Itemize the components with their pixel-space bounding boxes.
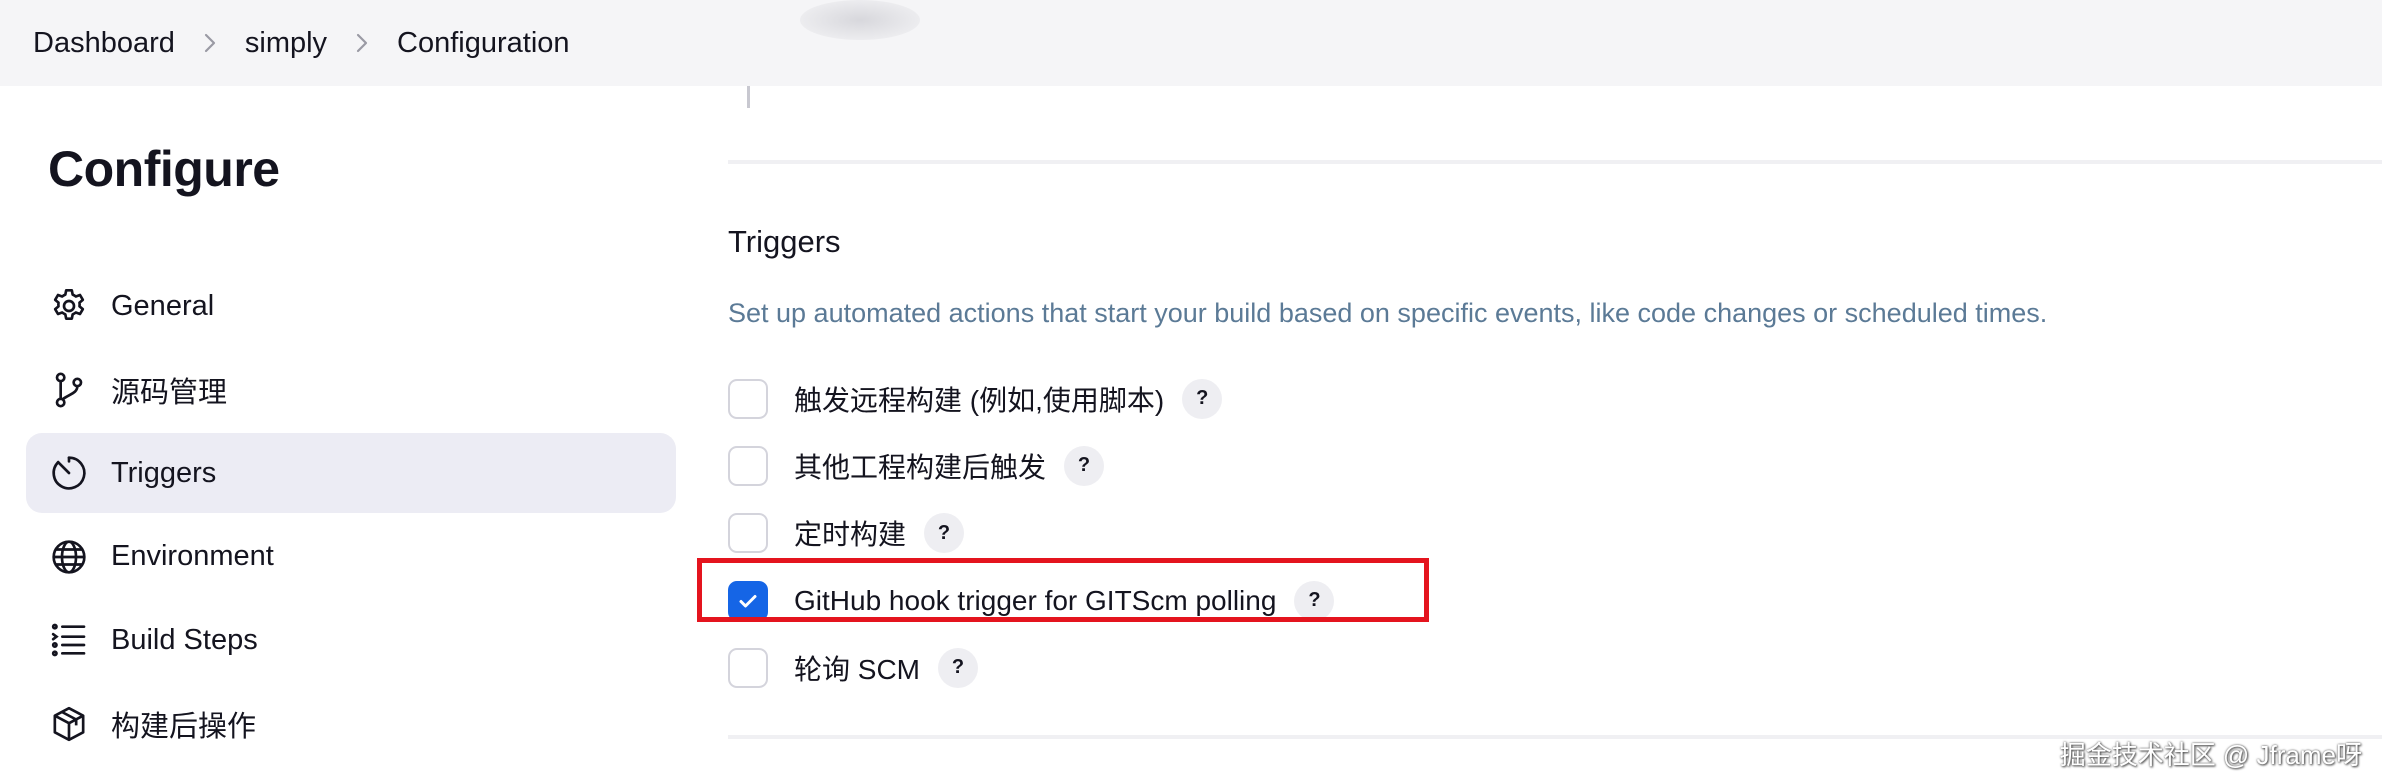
sidebar-item-triggers[interactable]: Triggers (26, 433, 676, 513)
sidebar-nav: General 源码管理 Triggers Environment Build … (26, 266, 676, 767)
chevron-right-icon (327, 32, 397, 54)
trigger-option-poll-scm: 轮询 SCM ? (728, 634, 1334, 701)
clock-icon (48, 452, 90, 494)
package-icon (48, 703, 90, 745)
page-title: Configure (48, 141, 280, 197)
sidebar-item-label: Triggers (111, 456, 217, 489)
trigger-remote-checkbox[interactable] (728, 378, 768, 419)
blurred-artifact (800, 0, 920, 40)
gear-icon (48, 285, 90, 327)
sidebar-item-environment[interactable]: Environment (26, 517, 676, 597)
trigger-option-scheduled: 定时构建 ? (728, 500, 1334, 567)
sidebar-item-label: 源码管理 (111, 376, 228, 409)
breadcrumb-configuration[interactable]: Configuration (397, 27, 570, 60)
sidebar-item-label: Build Steps (111, 623, 258, 656)
help-icon[interactable]: ? (1182, 378, 1223, 419)
list-steps-icon (48, 619, 90, 661)
sidebar-item-label: Environment (111, 540, 274, 572)
trigger-option-label[interactable]: 轮询 SCM (794, 648, 920, 688)
breadcrumb-project[interactable]: simply (245, 27, 327, 60)
triggers-section-description: Set up automated actions that start your… (728, 298, 2048, 328)
trigger-options-list: 触发远程构建 (例如,使用脚本) ? 其他工程构建后触发 ? 定时构建 ? Gi… (728, 365, 1335, 701)
annotation-highlight-box (697, 558, 1429, 622)
breadcrumb-dashboard[interactable]: Dashboard (33, 27, 175, 60)
help-icon[interactable]: ? (924, 513, 965, 554)
sidebar-item-label: 构建后操作 (111, 710, 257, 743)
globe-icon (48, 536, 90, 578)
section-divider (728, 160, 2382, 164)
sidebar-item-general[interactable]: General (26, 266, 676, 346)
sidebar-item-label: General (111, 289, 215, 322)
chevron-right-icon (175, 32, 245, 54)
section-connector-line (747, 86, 750, 108)
trigger-scheduled-checkbox[interactable] (728, 513, 768, 554)
trigger-option-after-other-projects: 其他工程构建后触发 ? (728, 432, 1334, 499)
top-bar: Dashboard simply Configuration (0, 0, 2382, 86)
source-branch-icon (48, 369, 90, 411)
sidebar-item-post-build[interactable]: 构建后操作 (26, 684, 676, 764)
trigger-option-label[interactable]: 触发远程构建 (例如,使用脚本) (794, 379, 1164, 419)
help-icon[interactable]: ? (938, 647, 979, 688)
sidebar-item-source-management[interactable]: 源码管理 (26, 350, 676, 430)
trigger-poll-scm-checkbox[interactable] (728, 647, 768, 688)
trigger-option-remote: 触发远程构建 (例如,使用脚本) ? (728, 365, 1334, 432)
trigger-option-label[interactable]: 其他工程构建后触发 (794, 446, 1046, 486)
triggers-section-title: Triggers (728, 224, 841, 259)
trigger-option-label[interactable]: 定时构建 (794, 513, 906, 553)
breadcrumb: Dashboard simply Configuration (0, 27, 570, 60)
sidebar-item-build-steps[interactable]: Build Steps (26, 600, 676, 680)
watermark: 掘金技术社区 @ Jframe呀 (2059, 740, 2362, 770)
help-icon[interactable]: ? (1064, 445, 1105, 486)
trigger-after-other-checkbox[interactable] (728, 445, 768, 486)
